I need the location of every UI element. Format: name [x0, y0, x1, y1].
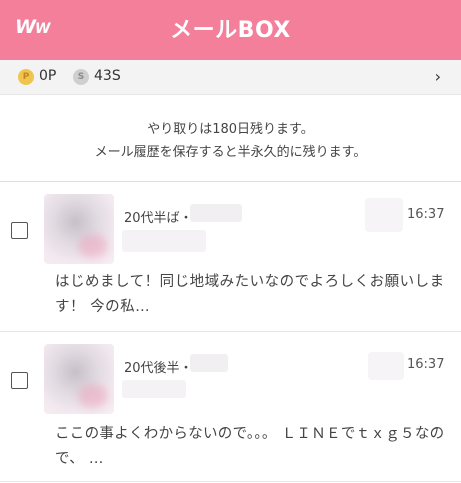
- message-time: 16:37: [407, 207, 445, 222]
- blurred-name: [190, 204, 242, 222]
- point-coin-icon: P: [18, 69, 34, 85]
- retention-notice: やり取りは180日残ります。 メール履歴を保存すると半永久的に残ります。: [0, 96, 461, 182]
- message-time: 16:37: [407, 357, 445, 372]
- select-checkbox[interactable]: [11, 222, 28, 239]
- point-balance: 0P: [39, 68, 57, 84]
- app-header: WW メールBOX: [0, 0, 461, 60]
- notice-line-2: メール履歴を保存すると半永久的に残ります。: [94, 145, 367, 160]
- message-item[interactable]: 20代半ば・ 16:37 はじめまして！同じ地域みたいなのでよろしくお願いします…: [0, 182, 461, 332]
- blurred-subtitle: [122, 230, 206, 252]
- sender-age: 20代半ば・: [124, 211, 193, 226]
- blurred-name: [190, 354, 228, 372]
- sender-age: 20代後半・: [124, 361, 193, 376]
- message-item[interactable]: 20代後半・ 16:37 ここの事よくわからないので。。。 ＬＩＮＥでｔｘｇ５な…: [0, 332, 461, 482]
- chevron-right-icon[interactable]: ›: [435, 67, 441, 86]
- page-title: メールBOX: [170, 18, 291, 43]
- blurred-badge: [368, 352, 404, 380]
- avatar[interactable]: [44, 344, 114, 414]
- message-preview: はじめまして！同じ地域みたいなのでよろしくお願いします！ 今の私…: [55, 274, 445, 315]
- service-coin-icon: S: [73, 69, 89, 85]
- select-checkbox[interactable]: [11, 372, 28, 389]
- blurred-badge: [365, 198, 403, 232]
- notice-line-1: やり取りは180日残ります。: [147, 122, 314, 137]
- blurred-subtitle: [122, 380, 186, 398]
- message-preview: ここの事よくわからないので。。。 ＬＩＮＥでｔｘｇ５なので、 …: [55, 426, 445, 467]
- points-bar[interactable]: P 0P S 43S ›: [0, 60, 461, 95]
- service-point-balance: 43S: [94, 68, 121, 84]
- avatar[interactable]: [44, 194, 114, 264]
